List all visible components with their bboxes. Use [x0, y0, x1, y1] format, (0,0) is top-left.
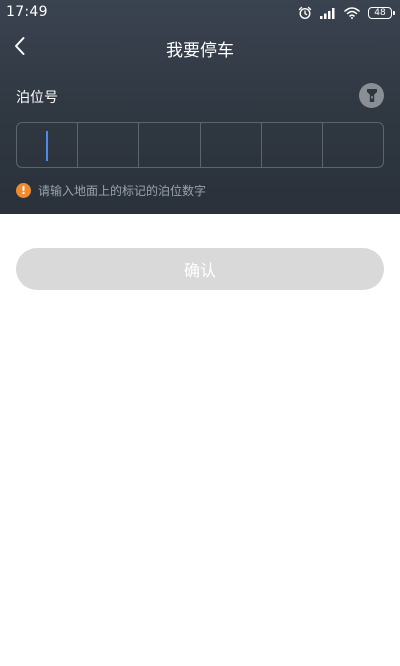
status-bar: 17:49 48: [0, 0, 400, 26]
code-cell[interactable]: [17, 123, 79, 167]
hint: ! 请输入地面上的标记的泊位数字: [16, 182, 206, 199]
battery-icon: 48: [368, 7, 395, 19]
page-title: 我要停车: [166, 41, 234, 61]
code-cell[interactable]: [139, 123, 201, 167]
flashlight-button[interactable]: [359, 83, 384, 108]
alarm-icon: [298, 6, 312, 20]
code-cell[interactable]: [323, 123, 383, 167]
header-panel: 17:49 48 我要停车 泊位号 ! 请输入地面上的标记的泊位数字: [0, 0, 400, 214]
code-cell[interactable]: [262, 123, 323, 167]
signal-icon: [320, 7, 336, 19]
flashlight-icon: [366, 89, 377, 102]
status-icons: 48: [298, 5, 395, 21]
code-cell[interactable]: [201, 123, 262, 167]
berth-number-label: 泊位号: [16, 90, 58, 106]
screen: 17:49 48 我要停车 泊位号 ! 请输入地面上的标记的泊位数字 确认: [0, 0, 400, 666]
exclamation-icon: !: [16, 183, 31, 198]
status-time: 17:49: [6, 4, 48, 20]
code-cell[interactable]: [78, 123, 140, 167]
confirm-button[interactable]: 确认: [16, 248, 384, 290]
wifi-icon: [344, 7, 360, 19]
title-bar: 我要停车: [0, 28, 400, 64]
input-caret: [46, 131, 48, 161]
hint-text: 请输入地面上的标记的泊位数字: [38, 184, 207, 198]
berth-number-input[interactable]: [16, 122, 384, 168]
battery-level: 48: [374, 7, 386, 18]
